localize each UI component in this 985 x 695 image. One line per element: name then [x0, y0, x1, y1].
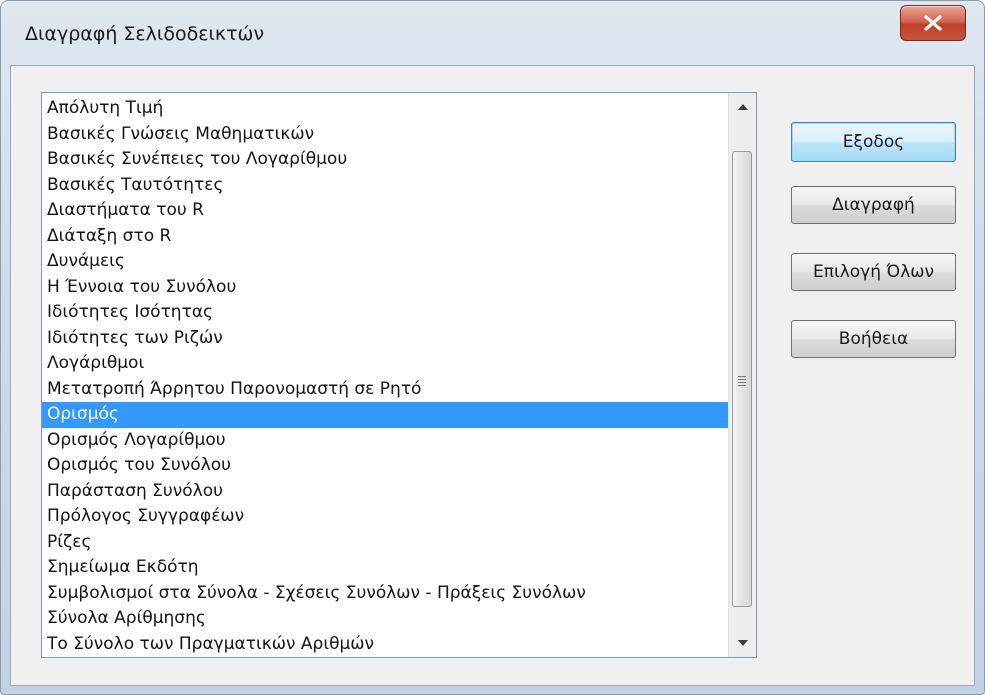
- exit-button[interactable]: Εξοδος: [791, 122, 956, 162]
- help-button[interactable]: Βοήθεια: [791, 320, 956, 358]
- list-item[interactable]: Βασικές Συνέπειες του Λογαρίθμου: [42, 147, 728, 173]
- list-item[interactable]: Το Σύνολο των Πραγματικών Αριθμών: [42, 632, 728, 658]
- list-item[interactable]: Διάταξη στο R: [42, 224, 728, 250]
- scroll-down-button[interactable]: [729, 629, 756, 657]
- list-item[interactable]: Μετατροπή Άρρητου Παρονομαστή σε Ρητό: [42, 377, 728, 403]
- list-item[interactable]: Δυνάμεις: [42, 249, 728, 275]
- scroll-up-button[interactable]: [729, 93, 756, 121]
- list-item[interactable]: Ιδιότητες των Ριζών: [42, 326, 728, 352]
- bookmarks-list: Απόλυτη Τιμή Βασικές Γνώσεις Μαθηματικών Β…: [42, 96, 728, 657]
- scroll-up-arrow-icon: [738, 104, 748, 110]
- scroll-thumb-grip: [738, 376, 746, 388]
- close-x-icon: [924, 15, 942, 31]
- list-item[interactable]: Βασικές Ταυτότητες: [42, 173, 728, 199]
- vertical-scrollbar[interactable]: [728, 93, 756, 657]
- list-item[interactable]: Πρόλογος Συγγραφέων: [42, 504, 728, 530]
- list-item[interactable]: Ορισμός του Συνόλου: [42, 453, 728, 479]
- list-item[interactable]: Βασικές Γνώσεις Μαθηματικών: [42, 122, 728, 148]
- list-item[interactable]: Λογάριθμοι: [42, 351, 728, 377]
- list-item[interactable]: Ορισμός: [42, 402, 728, 428]
- window-title: Διαγραφή Σελιδοδεικτών: [25, 23, 265, 45]
- list-item[interactable]: Διαστήματα του R: [42, 198, 728, 224]
- dialog-client-area: Απόλυτη Τιμή Βασικές Γνώσεις Μαθηματικών Β…: [10, 65, 975, 686]
- scroll-down-arrow-icon: [738, 640, 748, 646]
- bookmarks-listbox[interactable]: Απόλυτη Τιμή Βασικές Γνώσεις Μαθηματικών Β…: [41, 92, 757, 658]
- delete-bookmarks-dialog: Διαγραφή Σελιδοδεικτών Απόλυτη Τιμή Βασικ…: [0, 0, 985, 695]
- list-item[interactable]: Απόλυτη Τιμή: [42, 96, 728, 122]
- title-bar[interactable]: Διαγραφή Σελιδοδεικτών: [1, 1, 984, 65]
- list-item[interactable]: Ορισμός Λογαρίθμου: [42, 428, 728, 454]
- list-item[interactable]: Σημείωμα Εκδότη: [42, 555, 728, 581]
- list-item[interactable]: Η Έννοια του Συνόλου: [42, 275, 728, 301]
- list-item[interactable]: Ιδιότητες Ισότητας: [42, 300, 728, 326]
- list-item[interactable]: Παράσταση Συνόλου: [42, 479, 728, 505]
- list-item[interactable]: Συμβολισμοί στα Σύνολα - Σχέσεις Συνόλων…: [42, 581, 728, 607]
- close-button[interactable]: [900, 5, 966, 41]
- list-item[interactable]: Ρίζες: [42, 530, 728, 556]
- list-item[interactable]: Σύνολα Αρίθμησης: [42, 606, 728, 632]
- select-all-button[interactable]: Επιλογή Όλων: [791, 253, 956, 291]
- scroll-thumb[interactable]: [732, 151, 752, 607]
- delete-button[interactable]: Διαγραφή: [791, 186, 956, 224]
